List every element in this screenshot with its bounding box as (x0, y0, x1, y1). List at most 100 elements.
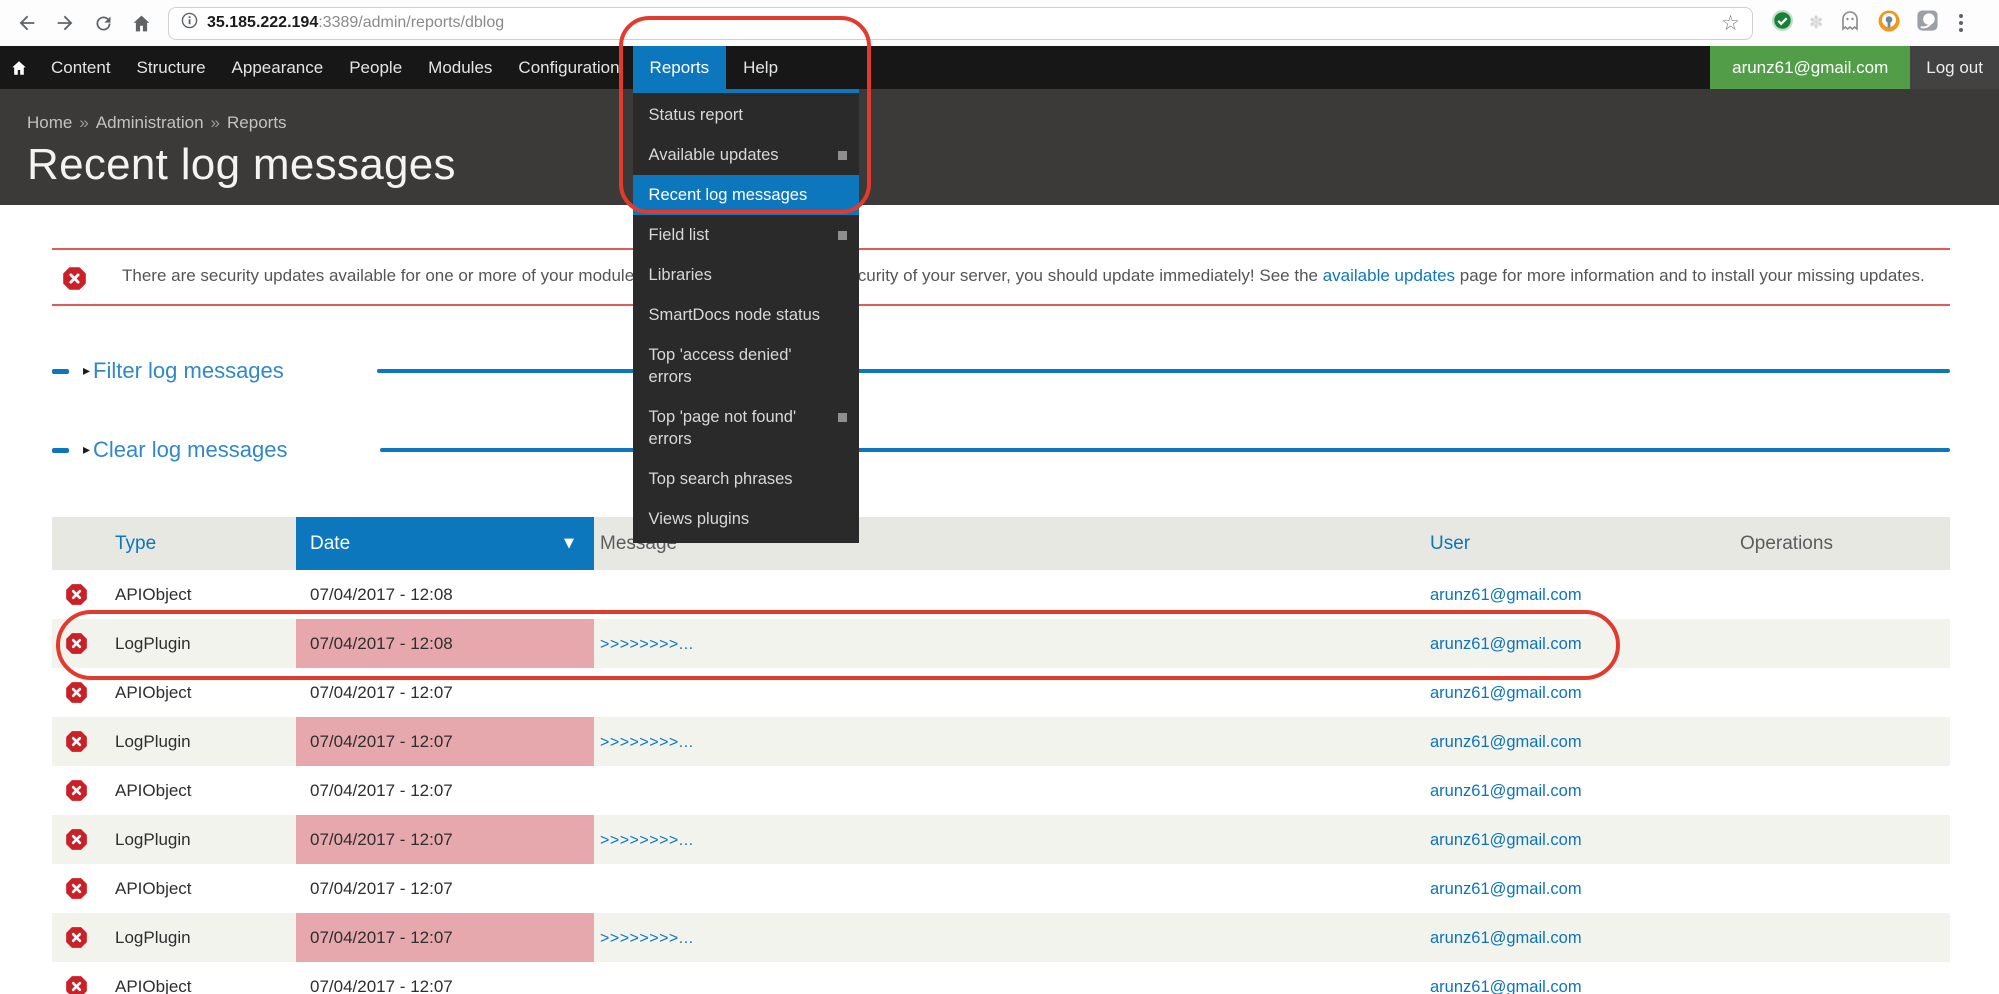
drupal-home-icon[interactable] (0, 46, 38, 89)
clear-log-messages-link[interactable]: Clear log messages (93, 437, 287, 463)
error-icon (66, 584, 87, 610)
url-text: 35.185.222.194:3389/admin/reports/dblog (207, 14, 504, 32)
log-messages-table: Type Date▼ Message User Operations APIOb… (52, 517, 1950, 994)
log-user-link[interactable]: arunz61@gmail.com (1430, 978, 1582, 994)
log-operations (1730, 962, 1950, 994)
openvpn-extension-icon[interactable] (1877, 9, 1901, 38)
log-message-link[interactable]: >>>>>>>>... (600, 636, 694, 653)
reports-dropdown-item[interactable]: Recent log messages (633, 175, 859, 215)
log-table-row: APIObject 07/04/2017 - 12:07 arunz61@gma… (52, 864, 1950, 913)
log-user-link[interactable]: arunz61@gmail.com (1430, 684, 1582, 702)
fieldset-clear-log-messages: ▸ Clear log messages (52, 435, 1950, 465)
inactive-extension-icon[interactable]: ✽ (1809, 13, 1823, 33)
column-header-date-sorted[interactable]: Date▼ (296, 517, 594, 570)
log-date: 07/04/2017 - 12:07 (296, 864, 594, 913)
reports-dropdown-item[interactable]: Libraries (633, 255, 859, 295)
page-info-icon[interactable] (181, 12, 198, 34)
bookmark-star-icon[interactable]: ☆ (1721, 11, 1740, 35)
collapse-dash-icon (52, 369, 69, 374)
reports-dropdown-item[interactable]: Field list (633, 215, 859, 255)
collapsed-arrow-icon[interactable]: ▸ (83, 442, 90, 458)
log-table-row: APIObject 07/04/2017 - 12:08 arunz61@gma… (52, 570, 1950, 619)
menu-item-modules[interactable]: Modules (415, 46, 505, 89)
fieldset-rule (380, 448, 1950, 452)
reports-dropdown-item[interactable]: Views plugins (633, 499, 859, 539)
menu-item-content[interactable]: Content (38, 46, 124, 89)
log-operations (1730, 668, 1950, 717)
menu-item-people[interactable]: People (336, 46, 415, 89)
available-updates-link[interactable]: available updates (1323, 266, 1455, 285)
browser-menu-icon[interactable] (1959, 14, 1963, 32)
url-bar[interactable]: 35.185.222.194:3389/admin/reports/dblog … (168, 7, 1753, 40)
screenshot-extension-icon[interactable] (1916, 9, 1939, 37)
reports-menu-group: Reports Status report Available updates … (633, 46, 727, 89)
menu-item-reports[interactable]: Reports (633, 46, 727, 89)
filter-log-messages-link[interactable]: Filter log messages (93, 358, 284, 384)
url-host: 35.185.222.194 (207, 14, 318, 31)
page-header: Home»Administration»Reports Recent log m… (0, 89, 1999, 205)
log-type: APIObject (115, 977, 192, 994)
error-icon (66, 976, 87, 994)
menu-badge-icon (838, 413, 847, 422)
log-operations (1730, 864, 1950, 913)
logout-button[interactable]: Log out (1910, 46, 1999, 89)
breadcrumb-administration[interactable]: Administration (96, 113, 204, 132)
log-message-link[interactable]: >>>>>>>>... (600, 734, 694, 751)
menu-item-configuration[interactable]: Configuration (505, 46, 632, 89)
breadcrumb-reports[interactable]: Reports (227, 113, 287, 132)
error-icon (66, 780, 87, 806)
column-header-operations: Operations (1730, 517, 1950, 570)
log-user-link[interactable]: arunz61@gmail.com (1430, 733, 1582, 751)
log-operations (1730, 815, 1950, 864)
fieldset-rule (377, 369, 1950, 373)
menu-item-structure[interactable]: Structure (124, 46, 219, 89)
shield-check-extension-icon[interactable] (1771, 9, 1794, 37)
reports-dropdown-item[interactable]: SmartDocs node status (633, 295, 859, 335)
ghost-extension-icon[interactable] (1838, 9, 1862, 38)
breadcrumb: Home»Administration»Reports (27, 113, 1999, 133)
log-user-link[interactable]: arunz61@gmail.com (1430, 831, 1582, 849)
reports-dropdown-item[interactable]: Status report (633, 95, 859, 135)
log-user-link[interactable]: arunz61@gmail.com (1430, 880, 1582, 898)
column-header-user[interactable]: User (1420, 517, 1730, 570)
collapsed-arrow-icon[interactable]: ▸ (83, 363, 90, 379)
user-email-chip[interactable]: arunz61@gmail.com (1710, 46, 1910, 89)
reports-dropdown-item[interactable]: Top 'access denied' errors (633, 335, 859, 397)
log-date: 07/04/2017 - 12:07 (296, 766, 594, 815)
log-message-link[interactable]: >>>>>>>>... (600, 930, 694, 947)
reports-dropdown-item[interactable]: Top search phrases (633, 459, 859, 499)
menu-badge-icon (838, 151, 847, 160)
home-icon[interactable] (124, 6, 158, 40)
log-table-row: LogPlugin 07/04/2017 - 12:07 >>>>>>>>...… (52, 717, 1950, 766)
log-date: 07/04/2017 - 12:07 (296, 913, 594, 962)
log-table-row: LogPlugin 07/04/2017 - 12:08 >>>>>>>>...… (52, 619, 1950, 668)
log-user-link[interactable]: arunz61@gmail.com (1430, 782, 1582, 800)
log-user-link[interactable]: arunz61@gmail.com (1430, 635, 1582, 653)
log-date: 07/04/2017 - 12:07 (296, 962, 594, 994)
breadcrumb-home[interactable]: Home (27, 113, 72, 132)
browser-toolbar: 35.185.222.194:3389/admin/reports/dblog … (0, 0, 1999, 46)
back-icon[interactable] (10, 6, 44, 40)
log-date: 07/04/2017 - 12:07 (296, 717, 594, 766)
column-header-type[interactable]: Type (52, 517, 296, 570)
reports-dropdown-item[interactable]: Top 'page not found' errors (633, 397, 859, 459)
menu-item-appearance[interactable]: Appearance (219, 46, 337, 89)
forward-icon[interactable] (48, 6, 82, 40)
sort-desc-icon: ▼ (564, 536, 574, 551)
error-icon (66, 731, 87, 757)
log-user-link[interactable]: arunz61@gmail.com (1430, 929, 1582, 947)
fieldset-filter-log-messages: ▸ Filter log messages (52, 356, 1950, 386)
log-date: 07/04/2017 - 12:07 (296, 815, 594, 864)
menu-item-help[interactable]: Help (726, 46, 795, 89)
page-title: Recent log messages (27, 140, 1999, 190)
log-operations (1730, 570, 1950, 619)
log-table-row: APIObject 07/04/2017 - 12:07 arunz61@gma… (52, 766, 1950, 815)
error-icon (63, 267, 86, 298)
log-type: APIObject (115, 585, 192, 604)
reports-dropdown-item[interactable]: Available updates (633, 135, 859, 175)
reload-icon[interactable] (86, 6, 120, 40)
error-icon (66, 633, 87, 659)
log-message-link[interactable]: >>>>>>>>... (600, 832, 694, 849)
log-user-link[interactable]: arunz61@gmail.com (1430, 586, 1582, 604)
collapse-dash-icon (52, 448, 69, 453)
